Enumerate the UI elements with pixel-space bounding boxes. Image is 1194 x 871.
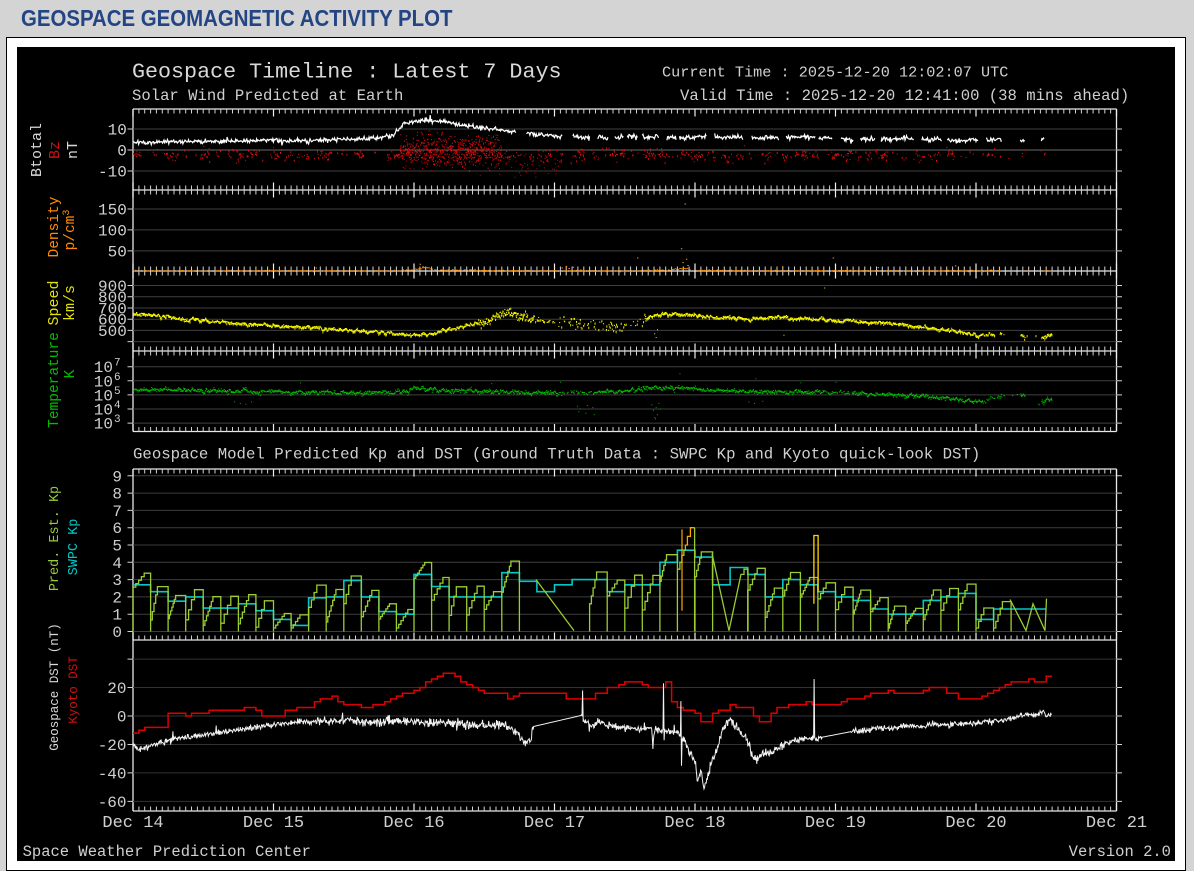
svg-text:Current Time : 2025-12-20 12:0: Current Time : 2025-12-20 12:02:07 UTC [662,64,1008,82]
svg-text:20: 20 [107,680,126,698]
svg-text:Dec 18: Dec 18 [664,814,725,833]
svg-text:1: 1 [112,607,122,625]
svg-text:Solar Wind Predicted at Earth: Solar Wind Predicted at Earth [132,87,403,105]
svg-text:SWPC Kp: SWPC Kp [67,519,82,576]
svg-text:Dec 17: Dec 17 [524,814,585,833]
svg-text:Kyoto DST: Kyoto DST [67,656,81,724]
svg-text:0: 0 [117,709,127,727]
svg-text:Dec 21: Dec 21 [1086,814,1147,833]
svg-text:7: 7 [114,358,121,370]
svg-text:2: 2 [112,589,122,607]
svg-text:Geospace Model Predicted Kp an: Geospace Model Predicted Kp and DST (Gro… [133,446,980,464]
svg-text:Geospace DST (nT): Geospace DST (nT) [48,623,62,751]
svg-text:150: 150 [98,202,127,220]
svg-text:4: 4 [112,555,122,573]
svg-text:nT: nT [65,141,82,159]
svg-text:Density: Density [47,196,63,257]
svg-text:Temperature: Temperature [47,332,63,428]
svg-text:4: 4 [114,400,121,412]
svg-text:50: 50 [108,243,127,261]
svg-text:p/cm3: p/cm3 [62,210,79,251]
svg-text:Space Weather Prediction Cente: Space Weather Prediction Center [23,843,311,861]
svg-text:Geospace Timeline : Latest 7 D: Geospace Timeline : Latest 7 Days [132,60,561,85]
svg-text:Bz: Bz [47,141,64,159]
svg-text:6: 6 [112,520,122,538]
svg-text:500: 500 [98,323,127,341]
svg-text:6: 6 [114,372,121,384]
svg-text:Version 2.0: Version 2.0 [1069,843,1171,861]
svg-text:5: 5 [112,538,122,556]
svg-text:Pred. Est. Kp: Pred. Est. Kp [48,486,63,591]
svg-text:0: 0 [117,143,127,161]
svg-text:Dec 16: Dec 16 [383,814,444,833]
svg-text:10: 10 [94,416,113,434]
svg-text:Dec 14: Dec 14 [102,814,163,833]
svg-text:3: 3 [114,414,121,426]
svg-text:Btotal: Btotal [29,123,46,177]
svg-text:K: K [63,369,79,378]
svg-text:8: 8 [112,486,122,504]
svg-text:7: 7 [112,503,122,521]
svg-text:Dec 19: Dec 19 [805,814,866,833]
svg-text:3: 3 [112,572,122,590]
svg-text:-10: -10 [98,164,127,182]
svg-text:-40: -40 [98,765,127,783]
svg-text:-60: -60 [98,794,127,812]
svg-text:Valid Time : 2025-12-20 12:41:: Valid Time : 2025-12-20 12:41:00 (38 min… [680,87,1129,105]
svg-text:100: 100 [98,222,127,240]
svg-text:10: 10 [108,122,127,140]
svg-text:Dec 20: Dec 20 [945,814,1006,833]
svg-text:km/s: km/s [62,285,79,321]
svg-text:5: 5 [114,386,121,398]
svg-text:Dec 15: Dec 15 [243,814,304,833]
svg-text:9: 9 [112,468,122,486]
svg-text:0: 0 [112,624,122,642]
svg-text:-20: -20 [98,737,127,755]
svg-text:Speed: Speed [46,280,63,325]
